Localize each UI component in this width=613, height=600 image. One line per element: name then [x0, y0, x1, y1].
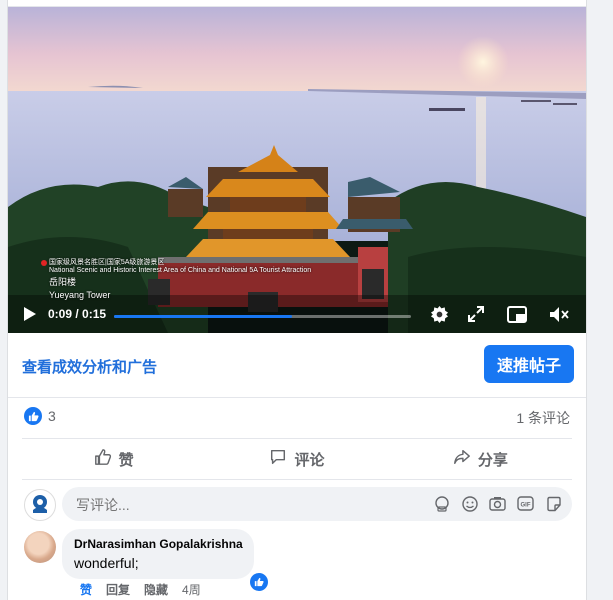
pip-icon[interactable] — [506, 304, 528, 324]
share-icon — [453, 448, 471, 470]
place-name-cn: 岳阳楼 — [49, 277, 77, 287]
comment-reply-link[interactable]: 回复 — [106, 581, 130, 598]
progress-fill — [114, 315, 293, 318]
comment-item: DrNarasimhan Gopalakrishna wonderful; 赞 … — [24, 529, 572, 599]
commenter-avatar[interactable] — [24, 531, 56, 563]
caption-line-2: National Scenic and Historic Interest Ar… — [49, 267, 312, 274]
location-pin-icon — [41, 260, 47, 266]
comment-bubble: DrNarasimhan Gopalakrishna wonderful; — [62, 529, 254, 579]
like-button[interactable]: 赞 — [22, 439, 205, 479]
emoji-icon[interactable] — [461, 495, 478, 512]
post-actions-bar: 查看成效分析和广告 速推帖子 — [8, 333, 586, 398]
fullscreen-icon[interactable] — [466, 304, 486, 324]
comment-icon — [269, 448, 287, 470]
page-avatar[interactable] — [24, 489, 56, 521]
like-reaction-icon — [24, 407, 42, 425]
progress-bar[interactable] — [114, 315, 411, 318]
camera-icon[interactable] — [489, 495, 506, 512]
comment-like-reaction-icon[interactable] — [248, 571, 270, 593]
comment-button[interactable]: 评论 — [205, 439, 388, 479]
settings-icon[interactable] — [429, 304, 449, 324]
svg-text:GIF: GIF — [521, 503, 531, 509]
video-controls: 0:09 / 0:15 — [8, 295, 586, 333]
boost-post-button[interactable]: 速推帖子 — [484, 345, 574, 383]
comment-input-wrap: GIF — [62, 487, 572, 523]
comment-hide-link[interactable]: 隐藏 — [144, 581, 168, 598]
comment-like-link[interactable]: 赞 — [80, 581, 92, 598]
composer-tools: GIF — [433, 495, 562, 512]
insights-link[interactable]: 查看成效分析和广告 — [22, 356, 157, 377]
thumbs-up-icon — [94, 448, 112, 470]
card-top-border — [8, 0, 586, 7]
mute-icon[interactable] — [548, 304, 570, 324]
post-card: 国家级风景名胜区|国家5A级旅游景区 National Scenic and H… — [7, 0, 587, 600]
comment-input[interactable] — [74, 487, 408, 523]
comment-label: 评论 — [294, 451, 325, 469]
reaction-count: 3 — [48, 408, 56, 424]
reaction-summary[interactable]: 3 — [24, 407, 56, 425]
comment-time[interactable]: 4周 — [182, 581, 201, 598]
comment-text: wonderful; — [74, 555, 139, 571]
comment-count[interactable]: 1 条评论 — [516, 408, 570, 428]
like-label: 赞 — [118, 451, 134, 469]
post-action-buttons: 赞 评论 分享 — [22, 438, 572, 480]
share-button[interactable]: 分享 — [389, 439, 572, 479]
video-player[interactable]: 国家级风景名胜区|国家5A级旅游景区 National Scenic and H… — [8, 7, 586, 333]
comment-author[interactable]: DrNarasimhan Gopalakrishna — [74, 537, 243, 551]
video-time: 0:09 / 0:15 — [48, 307, 107, 321]
avatar-sticker-icon[interactable] — [433, 495, 450, 512]
comment-meta: 赞 回复 隐藏 4周 — [80, 581, 201, 598]
caption-line-1: 国家级风景名胜区|国家5A级旅游景区 — [49, 259, 165, 266]
comment-composer: GIF — [24, 487, 572, 523]
sticker-icon[interactable] — [545, 495, 562, 512]
gif-icon[interactable]: GIF — [517, 495, 534, 512]
share-label: 分享 — [477, 451, 508, 469]
play-icon[interactable] — [22, 305, 38, 323]
